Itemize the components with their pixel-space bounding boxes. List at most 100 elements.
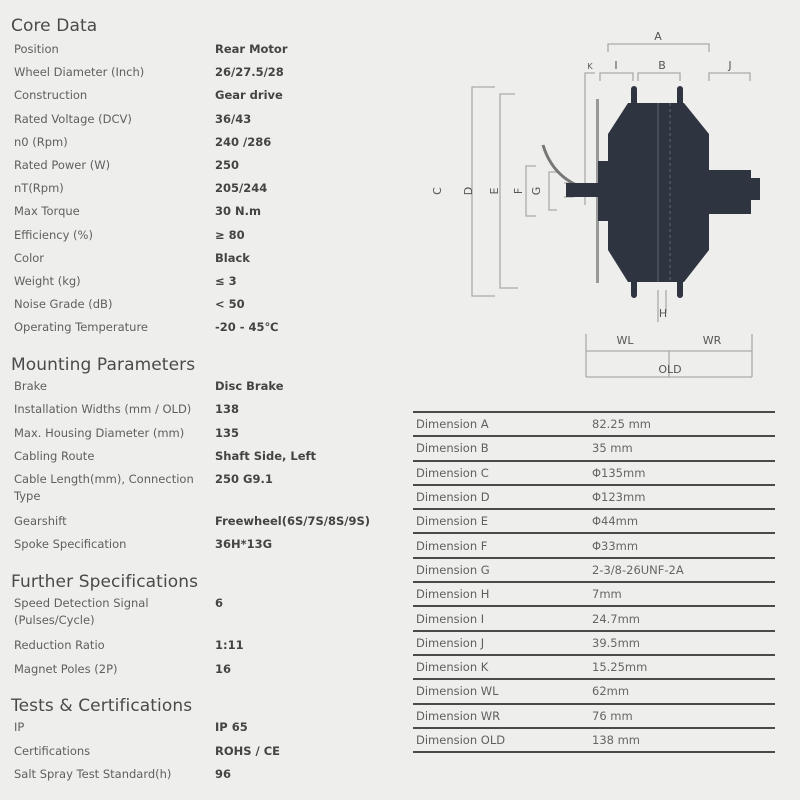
spec-value: 36H*13G <box>215 536 273 551</box>
dimension-value: 35 mm <box>592 435 775 461</box>
spec-value: ROHS / CE <box>215 743 281 758</box>
section-title-mounting-parameters: Mounting Parameters <box>11 355 196 375</box>
dimension-value: 15.25mm <box>592 653 775 680</box>
spec-value: Black <box>215 250 250 265</box>
motor-dimension-diagram: A I B J K C D E F G H WL WR OLD <box>431 30 760 378</box>
dim-line-f <box>548 171 557 211</box>
spec-label: Speed Detection Signal (Pulses/Cycle) <box>14 596 149 627</box>
spec-value: 16 <box>215 662 232 676</box>
hub-shell <box>608 103 709 282</box>
spec-value: 138 <box>215 402 240 417</box>
spec-label: Magnet Poles (2P) <box>14 662 118 676</box>
dimension-label: Dimension D <box>413 483 592 510</box>
section-title-core-data: Core Data <box>11 16 98 36</box>
dimension-value: 2-3/8-26UNF-2A <box>592 556 775 583</box>
dimension-value: 76 mm <box>592 702 775 728</box>
spec-label: Wheel Diameter (Inch) <box>14 65 145 80</box>
dimensions-table: Dimension A 82.25 mm Dimension B 35 mm Dimen… <box>413 410 775 754</box>
freewheel-body <box>709 170 751 214</box>
dim-line-i <box>599 72 634 81</box>
spec-value: 205/244 <box>215 181 268 196</box>
spec-label: Noise Grade (dB) <box>14 297 113 312</box>
spec-label: Brake <box>14 379 47 393</box>
table-row: Dimension A 82.25 mm <box>413 410 775 437</box>
label-j: J <box>727 59 731 72</box>
spec-value: Shaft Side, Left <box>215 448 316 463</box>
dimension-label: Dimension E <box>413 508 592 534</box>
spec-value: 135 <box>215 425 240 440</box>
label-wr: WR <box>703 334 722 347</box>
spec-value: 36/43 <box>215 111 252 126</box>
label-i: I <box>614 59 617 72</box>
dimension-value: 82.25 mm <box>592 410 775 437</box>
table-row: Dimension WL 62mm <box>413 678 775 704</box>
spec-value: 26/27.5/28 <box>215 65 284 80</box>
spec-value: 250 G9.1 <box>215 472 273 487</box>
dimension-value: 138 mm <box>592 726 775 754</box>
spec-value: Gear drive <box>215 88 283 103</box>
dimension-value: 24.7mm <box>592 605 775 631</box>
dimension-label: Dimension J <box>413 629 592 655</box>
dimension-label: Dimension C <box>413 459 592 485</box>
spec-label: Max Torque <box>14 204 80 219</box>
spec-value: < 50 <box>215 297 245 312</box>
spec-label: Rated Voltage (DCV) <box>14 111 132 126</box>
dimension-label: Dimension I <box>413 605 592 631</box>
dimension-value: 62mm <box>592 678 775 704</box>
label-b: B <box>658 59 666 72</box>
spec-value: 30 N.m <box>215 204 261 219</box>
spec-label: Max. Housing Diameter (mm) <box>14 425 185 440</box>
label-e: E <box>488 187 501 194</box>
right-axle <box>750 178 760 200</box>
spec-label: Cable Length(mm), Connection Type <box>14 472 194 504</box>
table-row: Dimension J 39.5mm <box>413 629 775 655</box>
spec-value: 240 /286 <box>215 134 272 149</box>
spec-value: IP 65 <box>215 720 248 734</box>
spec-value: ≥ 80 <box>215 227 245 242</box>
dimension-value: Φ44mm <box>592 508 775 534</box>
dimension-label: Dimension H <box>413 581 592 607</box>
dimension-value: 39.5mm <box>592 629 775 655</box>
spec-value: 1:11 <box>215 638 244 652</box>
left-spoke-flange <box>631 86 637 298</box>
dimension-label: Dimension F <box>413 532 592 558</box>
dim-line-b <box>637 72 681 81</box>
spec-label: n0 (Rpm) <box>14 134 68 149</box>
table-row: Dimension E Φ44mm <box>413 508 775 534</box>
dimension-label: Dimension K <box>413 653 592 680</box>
dim-line-a <box>607 43 710 52</box>
spec-value: 6 <box>215 596 224 610</box>
spec-value: Freewheel(6S/7S/8S/9S) <box>215 513 370 528</box>
table-row: Dimension WR 76 mm <box>413 702 775 728</box>
spec-label: Reduction Ratio <box>14 638 105 652</box>
dimension-label: Dimension A <box>413 410 592 437</box>
table-row: Dimension F Φ33mm <box>413 532 775 558</box>
motor-body <box>566 86 760 298</box>
right-spoke-flange <box>677 86 683 298</box>
table-row: Dimension G 2-3/8-26UNF-2A <box>413 556 775 583</box>
table-row: Dimension B 35 mm <box>413 435 775 461</box>
dimension-value: 7mm <box>592 581 775 607</box>
dimension-value: Φ135mm <box>592 459 775 485</box>
table-row: Dimension D Φ123mm <box>413 483 775 510</box>
spec-label: Cabling Route <box>14 448 95 463</box>
spec-label: IP <box>14 720 25 734</box>
spec-label: nT(Rpm) <box>14 181 64 196</box>
table-row: Dimension C Φ135mm <box>413 459 775 485</box>
spec-label: Certifications <box>14 743 91 758</box>
spec-value: Disc Brake <box>215 379 284 393</box>
spec-label: Salt Spray Test Standard(h) <box>14 767 172 781</box>
spec-label: Rated Power (W) <box>14 158 111 172</box>
spec-value: 250 <box>215 158 240 172</box>
spec-label: Construction <box>14 88 88 103</box>
label-f: F <box>512 188 525 194</box>
section-title-further-specifications: Further Specifications <box>11 572 199 592</box>
dim-line-j <box>708 72 751 81</box>
spec-value: Rear Motor <box>215 42 288 56</box>
dimension-label: Dimension B <box>413 435 592 461</box>
label-a: A <box>654 30 662 43</box>
label-wl: WL <box>616 334 634 347</box>
table-row: Dimension K 15.25mm <box>413 653 775 680</box>
spec-label: Operating Temperature <box>14 320 148 335</box>
dimension-label: Dimension G <box>413 556 592 583</box>
